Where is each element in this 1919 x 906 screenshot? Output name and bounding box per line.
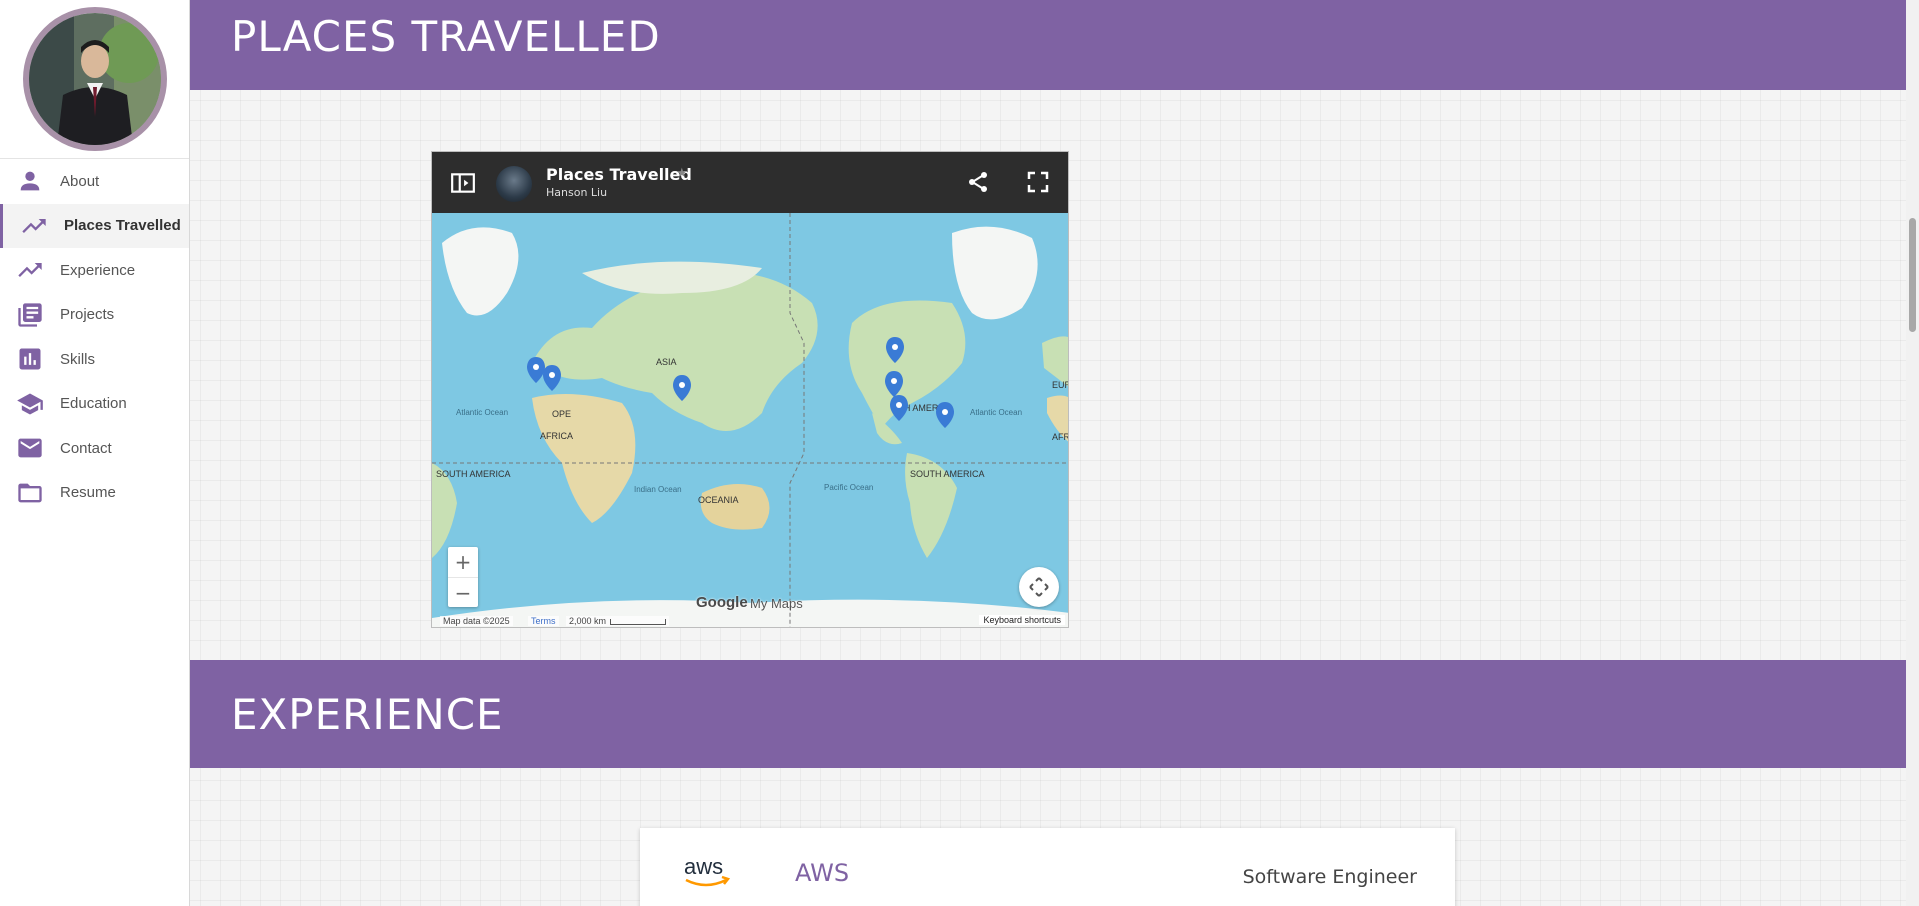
sidebar-nav: About Places Travelled Experience Projec… [0, 159, 189, 515]
map-label-oceania: OCEANIA [698, 495, 739, 505]
mail-icon [16, 434, 44, 462]
google-logo: Google [696, 594, 748, 611]
avatar-container [0, 0, 189, 159]
sidebar-item-experience[interactable]: Experience [0, 248, 189, 293]
map-label-afr: AFR [1052, 432, 1069, 442]
map-data-attribution: Map data ©2025 [440, 616, 513, 626]
map-label-south-america-left: SOUTH AMERICA [436, 469, 511, 479]
sidebar-item-contact[interactable]: Contact [0, 426, 189, 471]
sidebar-item-label: Resume [60, 484, 116, 502]
scale-bar [610, 618, 667, 625]
map-header: Places Travelled ★ Hanson Liu [432, 152, 1068, 213]
map-owner-avatar [496, 166, 532, 202]
zoom-controls: + − [448, 547, 478, 607]
sidebar-item-places-travelled[interactable]: Places Travelled [0, 203, 189, 248]
sidebar-item-education[interactable]: Education [0, 382, 189, 427]
share-icon[interactable] [966, 170, 990, 194]
map-footer: Map data ©2025 Terms 2,000 km Keyboard s… [432, 613, 1068, 627]
places-travelled-banner: PLACES TRAVELLED [190, 0, 1906, 90]
keyboard-shortcuts-link[interactable]: Keyboard shortcuts [979, 615, 1065, 625]
avatar [22, 7, 167, 151]
sidebar: About Places Travelled Experience Projec… [0, 0, 190, 906]
map-label-pacific: Pacific Ocean [824, 483, 873, 492]
map-label-asia: ASIA [656, 357, 677, 367]
map-scale: 2,000 km [566, 616, 670, 626]
experience-card[interactable]: aws AWS Software Engineer [640, 828, 1455, 906]
sidebar-item-label: Experience [60, 261, 136, 279]
experience-banner: EXPERIENCE [190, 660, 1906, 768]
zoom-out-button[interactable]: − [448, 577, 478, 607]
map-label-south-america-right: SOUTH AMERICA [910, 469, 985, 479]
section-title: PLACES TRAVELLED [231, 12, 661, 61]
fullscreen-icon[interactable] [1026, 170, 1050, 194]
map-label-europe: OPE [552, 409, 571, 419]
sidebar-item-label: Education [60, 395, 127, 413]
recenter-icon [1029, 577, 1049, 597]
svg-text:aws: aws [684, 854, 723, 879]
map-label-eur: EUR [1052, 380, 1069, 390]
job-title: Software Engineer [1242, 866, 1417, 888]
map-canvas[interactable]: ASIA OPE AFRICA RTH AMERICA SOUTH AMERIC… [432, 213, 1069, 628]
map-label-atlantic-right: Atlantic Ocean [970, 408, 1022, 417]
section-title: EXPERIENCE [231, 690, 504, 739]
star-icon[interactable]: ★ [676, 165, 688, 181]
sidebar-item-resume[interactable]: Resume [0, 471, 189, 516]
sidebar-item-label: Projects [60, 306, 115, 324]
my-maps-logo: My Maps [750, 596, 803, 611]
map-label-indian: Indian Ocean [634, 485, 682, 494]
zoom-in-button[interactable]: + [448, 547, 478, 577]
scrollbar-thumb[interactable] [1909, 218, 1916, 332]
bar-chart-icon [16, 345, 44, 373]
sidebar-item-label: About [60, 172, 100, 190]
sidebar-item-projects[interactable]: Projects [0, 293, 189, 338]
map-scale-label: 2,000 km [569, 616, 607, 626]
world-map[interactable]: ASIA OPE AFRICA RTH AMERICA SOUTH AMERIC… [432, 213, 1069, 628]
recenter-button[interactable] [1019, 567, 1059, 607]
trending-up-icon [16, 256, 44, 284]
person-icon [16, 167, 44, 195]
trending-up-icon [20, 212, 48, 240]
sidebar-item-skills[interactable]: Skills [0, 337, 189, 382]
map-title[interactable]: Places Travelled [546, 165, 692, 184]
sidebar-item-label: Places Travelled [64, 217, 181, 235]
sidebar-item-label: Contact [60, 439, 112, 457]
embedded-map[interactable]: Places Travelled ★ Hanson Liu ASIA OPE A… [431, 151, 1069, 628]
map-label-atlantic-left: Atlantic Ocean [456, 408, 508, 417]
map-label-africa: AFRICA [540, 431, 573, 441]
map-author: Hanson Liu [546, 186, 608, 199]
legend-toggle-icon[interactable] [450, 170, 476, 196]
library-books-icon [16, 301, 44, 329]
school-icon [16, 390, 44, 418]
page-scrollbar[interactable] [1906, 0, 1919, 906]
sidebar-item-label: Skills [60, 350, 96, 368]
folder-icon [16, 479, 44, 507]
terms-link[interactable]: Terms [528, 616, 559, 626]
company-name: AWS [795, 859, 850, 887]
sidebar-item-about[interactable]: About [0, 159, 189, 204]
aws-logo: aws [684, 854, 731, 887]
